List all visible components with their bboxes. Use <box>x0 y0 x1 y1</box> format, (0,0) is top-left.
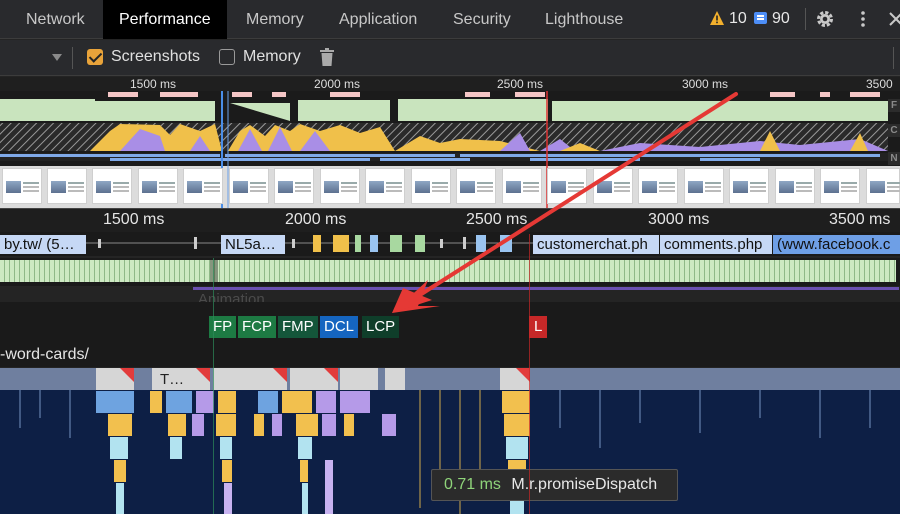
fps-track-label: F <box>888 99 900 112</box>
screenshot-thumbnail[interactable] <box>138 168 178 204</box>
cpu-track-label: C <box>888 124 900 137</box>
screenshot-thumbnail[interactable] <box>365 168 405 204</box>
message-icon[interactable] <box>754 12 767 24</box>
load-line <box>529 234 530 514</box>
screenshot-thumbnail[interactable] <box>866 168 900 204</box>
screenshot-thumbnail[interactable] <box>638 168 678 204</box>
screenshot-thumbnail[interactable] <box>2 168 42 204</box>
memory-checkbox[interactable] <box>219 49 235 65</box>
main-thread-header[interactable] <box>0 345 900 367</box>
overview-tick: 2500 ms <box>497 77 544 91</box>
overview-tick: 3000 ms <box>682 77 729 91</box>
gear-icon[interactable] <box>815 9 835 29</box>
memory-label[interactable]: Memory <box>243 48 301 66</box>
screenshot-thumbnail[interactable] <box>684 168 724 204</box>
screenshot-thumbnail[interactable] <box>229 168 269 204</box>
overview-tick: 2000 ms <box>314 77 361 91</box>
screenshot-thumbnail[interactable] <box>593 168 633 204</box>
kebab-menu-icon[interactable] <box>858 9 868 29</box>
network-request[interactable]: (www.facebook.c <box>773 235 900 254</box>
screenshot-thumbnail[interactable] <box>729 168 769 204</box>
overview-tick: 3500 <box>866 77 893 91</box>
fmp-marker[interactable]: FMP <box>278 316 318 338</box>
lcp-marker[interactable]: LCP <box>362 316 400 338</box>
message-count[interactable]: 90 <box>772 10 790 28</box>
timings-track <box>0 302 900 346</box>
divider <box>893 47 894 69</box>
devtools-tab-bar: Network Performance Memory Application S… <box>0 0 900 39</box>
timeline-tick: 3500 ms <box>829 211 891 228</box>
divider <box>805 8 806 30</box>
task-label: T… <box>160 371 185 388</box>
performance-toolbar: Screenshots Memory <box>0 40 900 76</box>
tab-lighthouse[interactable]: Lighthouse <box>545 0 623 39</box>
screenshots-label[interactable]: Screenshots <box>111 48 200 66</box>
screenshot-thumbnail[interactable] <box>320 168 360 204</box>
profile-dropdown-icon[interactable] <box>52 54 62 61</box>
timeline-tick: 1500 ms <box>103 211 165 228</box>
divider <box>72 47 73 69</box>
tab-security[interactable]: Security <box>453 0 511 39</box>
main-thread-url: -word-cards/ <box>0 346 89 363</box>
timeline-tick: 3000 ms <box>648 211 710 228</box>
load-marker[interactable]: L <box>529 316 548 338</box>
tooltip-duration: 0.71 ms <box>444 476 501 493</box>
timeline-tick: 2500 ms <box>466 211 528 228</box>
network-request[interactable]: by.tw/ (5… <box>0 235 86 254</box>
trash-icon[interactable] <box>320 48 334 66</box>
overview-tick: 1500 ms <box>130 77 177 91</box>
network-request[interactable]: NL5a… <box>221 235 285 254</box>
screenshot-thumbnail[interactable] <box>183 168 223 204</box>
warning-icon[interactable] <box>709 10 725 26</box>
fcp-marker[interactable]: FCP <box>238 316 276 338</box>
frames-strip <box>0 260 896 282</box>
screenshot-thumbnail[interactable] <box>820 168 860 204</box>
tooltip-function-name: M.r.promiseDispatch <box>511 476 658 493</box>
net-track-label: N <box>888 152 900 165</box>
timeline-tick: 2000 ms <box>285 211 347 228</box>
screenshot-thumbnail[interactable] <box>502 168 542 204</box>
screenshots-checkbox[interactable] <box>87 49 103 65</box>
network-request[interactable]: customerchat.ph <box>533 235 659 254</box>
network-request[interactable]: comments.php <box>660 235 772 254</box>
flame-tooltip: 0.71 ms M.r.promiseDispatch <box>431 469 678 501</box>
close-icon[interactable] <box>889 11 900 27</box>
tab-network[interactable]: Network <box>26 0 85 39</box>
warning-count[interactable]: 10 <box>729 10 747 28</box>
screenshot-thumbnail[interactable] <box>47 168 87 204</box>
tab-application[interactable]: Application <box>339 0 417 39</box>
fp-line <box>213 258 214 514</box>
animation-bar[interactable] <box>193 287 899 290</box>
tab-memory[interactable]: Memory <box>246 0 304 39</box>
screenshot-thumbnail[interactable] <box>92 168 132 204</box>
dcl-marker[interactable]: DCL <box>320 316 359 338</box>
screenshot-thumbnail[interactable] <box>274 168 314 204</box>
tab-performance[interactable]: Performance <box>103 0 227 39</box>
screenshot-thumbnail[interactable] <box>411 168 451 204</box>
screenshot-thumbnail[interactable] <box>456 168 496 204</box>
frames-track[interactable] <box>0 258 900 286</box>
screenshot-thumbnail[interactable] <box>547 168 587 204</box>
screenshot-thumbnail[interactable] <box>775 168 815 204</box>
